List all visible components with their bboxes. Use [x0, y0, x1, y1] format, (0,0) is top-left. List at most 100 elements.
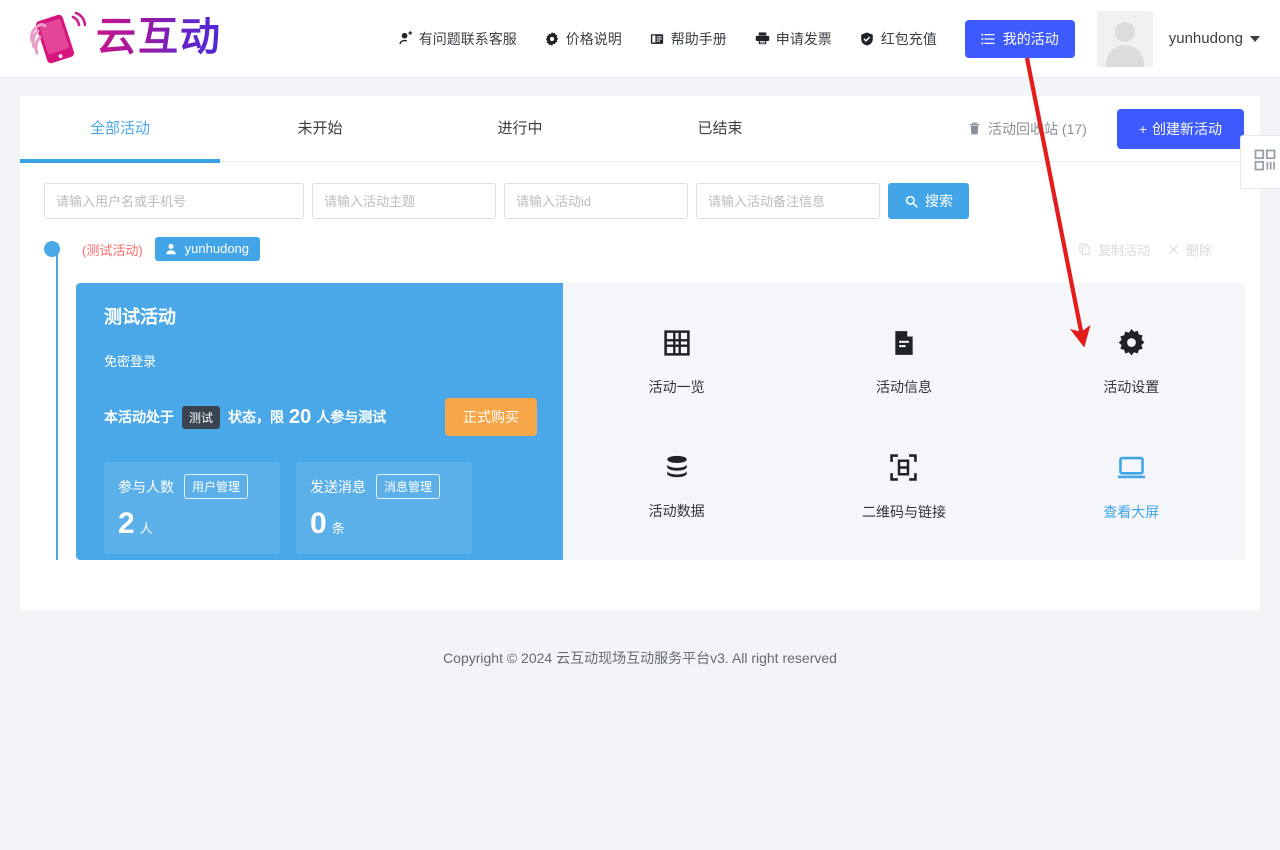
action-activity-info[interactable]: 活动信息	[790, 330, 1017, 397]
my-activity-button[interactable]: 我的活动	[964, 19, 1075, 58]
tab-label: 未开始	[297, 119, 343, 137]
tab-label: 进行中	[497, 119, 543, 137]
timeline-bar	[56, 243, 58, 560]
top-nav: 有问题联系客服 价格说明 帮助手册 申请发票 红包充值 我的活动 yunhudo…	[384, 10, 1260, 67]
tab-ended[interactable]: 已结束	[620, 96, 820, 162]
action-activity-data[interactable]: 活动数据	[563, 454, 790, 521]
formal-purchase-button[interactable]: 正式购买	[445, 398, 537, 436]
delete-activity-button[interactable]: 删除	[1166, 240, 1212, 259]
stat-header: 发送消息 消息管理	[310, 474, 458, 499]
gear-icon	[545, 31, 560, 46]
qr-side-tab[interactable]	[1240, 135, 1280, 189]
printer-icon	[755, 31, 770, 46]
recycle-bin-link[interactable]: 活动回收站 (17)	[967, 119, 1087, 139]
grid-label: 查看大屏	[1103, 503, 1160, 520]
app-header: 云互动 有问题联系客服 价格说明 帮助手册 申请发票 红包充值 我的活动 yun…	[0, 0, 1280, 78]
message-management-button[interactable]: 消息管理	[376, 474, 441, 499]
nav-item-contact-support[interactable]: 有问题联系客服	[384, 29, 531, 49]
action-activity-settings[interactable]: 活动设置	[1018, 329, 1245, 397]
grid-icon	[663, 330, 690, 361]
stat-value: 0	[310, 507, 327, 540]
test-activity-flag: (测试活动)	[82, 242, 143, 258]
qr-code-icon	[1254, 149, 1276, 176]
nav-item-help-manual[interactable]: 帮助手册	[636, 29, 741, 49]
tab-in-progress[interactable]: 进行中	[420, 96, 620, 162]
stat-value: 2	[118, 507, 135, 540]
status-dot	[44, 241, 60, 257]
stat-participants: 参与人数 用户管理 2 人	[104, 462, 280, 554]
activity-list: (测试活动) yunhudong 复制活动 删除 测试活动 免密登录 本活动处于…	[20, 219, 1260, 560]
user-menu[interactable]: yunhudong	[1169, 30, 1260, 47]
nav-item-price-info[interactable]: 价格说明	[531, 29, 636, 49]
nav-item-label: 有问题联系客服	[418, 30, 517, 47]
nav-item-label: 帮助手册	[670, 30, 727, 47]
logo-phone-icon	[24, 11, 87, 67]
activity-title: 测试活动	[104, 307, 176, 327]
search-input-username[interactable]	[44, 183, 304, 219]
search-icon	[904, 194, 919, 209]
search-button[interactable]: 搜索	[888, 183, 969, 219]
grid-label: 二维码与链接	[861, 503, 946, 520]
copy-activity-label: 复制活动	[1097, 242, 1150, 258]
status-chip: 测试	[182, 405, 221, 429]
nav-item-label: 价格说明	[565, 30, 622, 47]
activity-subtitle: 免密登录	[104, 354, 157, 369]
search-input-topic[interactable]	[312, 183, 496, 219]
trash-icon	[967, 121, 982, 136]
stat-value-wrap: 2 人	[118, 507, 266, 541]
status-mid: 状态，限	[228, 409, 285, 425]
search-button-label: 搜索	[925, 193, 953, 209]
activity-status-line: 本活动处于 测试 状态，限 20 人参与测试 正式购买	[104, 398, 537, 436]
action-view-bigscreen[interactable]: 查看大屏	[1018, 454, 1245, 522]
grid-label: 活动数据	[648, 503, 705, 520]
logo[interactable]: 云互动	[24, 11, 222, 67]
document-icon	[891, 330, 917, 361]
avatar[interactable]	[1096, 10, 1153, 67]
create-activity-button[interactable]: + 创建新活动	[1116, 108, 1244, 149]
tab-all-activities[interactable]: 全部活动	[20, 96, 220, 163]
qr-scan-icon	[890, 454, 918, 486]
avatar-head	[1114, 21, 1135, 42]
action-qrcode-and-link[interactable]: 二维码与链接	[790, 454, 1017, 522]
search-input-remark[interactable]	[696, 183, 880, 219]
copy-activity-button[interactable]: 复制活动	[1078, 240, 1150, 259]
nav-item-request-invoice[interactable]: 申请发票	[741, 29, 846, 49]
stat-header: 参与人数 用户管理	[118, 474, 266, 499]
search-input-activity-id[interactable]	[504, 183, 688, 219]
list-icon	[981, 31, 996, 46]
activity-summary-panel: 测试活动 免密登录 本活动处于 测试 状态，限 20 人参与测试 正式购买 参与…	[76, 283, 563, 560]
user-name-label: yunhudong	[1168, 30, 1243, 47]
status-prefix: 本活动处于	[104, 409, 174, 425]
stat-unit: 条	[331, 521, 345, 536]
plus-icon: +	[1138, 120, 1147, 137]
user-management-button[interactable]: 用户管理	[184, 474, 249, 499]
stat-label: 发送消息	[310, 478, 366, 495]
gear-icon	[1118, 329, 1145, 361]
close-icon	[1166, 242, 1181, 257]
stat-value-wrap: 0 条	[310, 507, 458, 541]
stat-unit: 人	[139, 521, 153, 536]
logo-text: 云互动	[96, 14, 222, 59]
create-activity-label: 创建新活动	[1152, 120, 1222, 137]
copy-icon	[1078, 242, 1093, 257]
tab-not-started[interactable]: 未开始	[220, 96, 420, 162]
user-icon	[164, 241, 179, 256]
activity-card: 全部活动 未开始 进行中 已结束 活动回收站 (17) + 创建新活动 请输入用…	[20, 96, 1280, 610]
nav-item-redpacket-recharge[interactable]: 红包充值	[846, 29, 951, 49]
status-limit-number: 20	[289, 405, 312, 428]
action-activity-overview[interactable]: 活动一览	[563, 330, 790, 397]
activity-operations: 复制活动 删除	[1078, 240, 1260, 259]
tab-label: 全部活动	[89, 119, 150, 137]
status-suffix: 人参与测试	[316, 409, 387, 425]
book-icon	[650, 31, 665, 46]
nav-item-label: 红包充值	[880, 30, 937, 47]
activity-row-header: (测试活动) yunhudong 复制活动 删除	[20, 235, 1260, 263]
database-icon	[664, 454, 690, 485]
footer-copyright: Copyright © 2024 云互动现场互动服务平台v3. All righ…	[443, 650, 837, 666]
grid-label: 活动信息	[875, 378, 932, 395]
delete-activity-label: 删除	[1185, 242, 1212, 258]
activity-action-grid: 活动一览 活动信息 活动设置 活动数据 二维码与链接 查看大屏	[563, 283, 1245, 560]
recycle-bin-label: 活动回收站 (17)	[988, 120, 1087, 137]
stat-messages: 发送消息 消息管理 0 条	[296, 462, 472, 554]
activity-stats: 参与人数 用户管理 2 人 发送消息 消息管理 0 条	[104, 462, 537, 554]
